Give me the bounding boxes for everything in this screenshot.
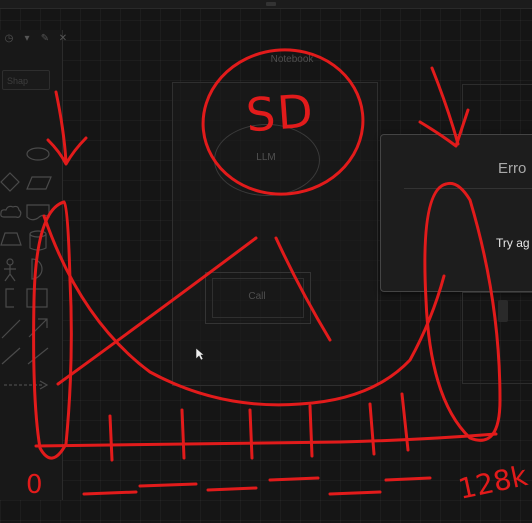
connector-shape-icon[interactable] (26, 346, 50, 366)
pen-icon[interactable]: ✎ (40, 34, 50, 44)
axis-tick-2 (180, 408, 186, 460)
right-node-bottom[interactable] (462, 292, 532, 384)
axis-tick-4 (308, 404, 314, 458)
axis-tick-3 (248, 408, 254, 460)
half-circle-shape-icon[interactable] (28, 258, 48, 280)
axis-dash-1 (82, 490, 138, 496)
cloud-shape-icon[interactable] (0, 204, 22, 220)
cylinder-shape-icon[interactable] (28, 230, 48, 252)
llm-label: LLM (256, 152, 276, 163)
right-node-top[interactable] (462, 84, 532, 135)
diagonal-line-icon[interactable] (0, 318, 22, 340)
axis-line-annotation (34, 432, 498, 448)
trapezoid-shape-icon[interactable] (0, 232, 22, 246)
axis-dash-2 (138, 482, 198, 488)
axis-dash-6 (384, 476, 432, 482)
diamond-shape-icon[interactable] (0, 172, 20, 192)
axis-dash-5 (328, 490, 382, 496)
line-shape-icon[interactable] (0, 346, 22, 366)
notebook-title: Notebook (270, 54, 314, 65)
try-again-button[interactable]: Try ag (496, 236, 530, 250)
axis-dash-3 (206, 486, 258, 492)
right-scroll-handle[interactable] (498, 300, 508, 322)
history-icon[interactable]: ◷ (4, 34, 14, 44)
dropdown-icon[interactable]: ▾ (22, 34, 32, 44)
actor-shape-icon[interactable] (2, 258, 18, 282)
shape-search-input[interactable]: Shap (2, 70, 50, 90)
dashed-arrow-icon[interactable] (2, 378, 50, 392)
axis-tick-6 (400, 392, 410, 452)
parallelogram-shape-icon[interactable] (26, 176, 52, 190)
toolbar-actions: ◷ ▾ ✎ ✕ (4, 34, 68, 44)
bracket-shape-icon[interactable] (2, 288, 16, 308)
document-shape-icon[interactable] (26, 204, 50, 222)
ellipse-shape-icon[interactable] (26, 146, 50, 162)
axis-tick-5 (368, 402, 376, 456)
arrow-shape-icon[interactable] (26, 316, 50, 340)
axis-end-label: 128k (455, 459, 531, 506)
error-title: Erro (498, 160, 527, 177)
top-strip-handle (266, 2, 276, 6)
canvas[interactable]: ◷ ▾ ✎ ✕ Shap Notebook LLM Call Erro Try … (0, 0, 532, 523)
close-icon[interactable]: ✕ (58, 34, 68, 44)
mouse-cursor-icon (195, 347, 205, 366)
top-strip (0, 0, 532, 9)
axis-tick-1 (108, 414, 114, 462)
error-divider (404, 188, 532, 189)
rectangle-shape-icon[interactable] (26, 288, 48, 308)
call-label: Call (248, 291, 266, 302)
error-dialog (380, 134, 532, 292)
axis-dash-4 (268, 476, 320, 482)
